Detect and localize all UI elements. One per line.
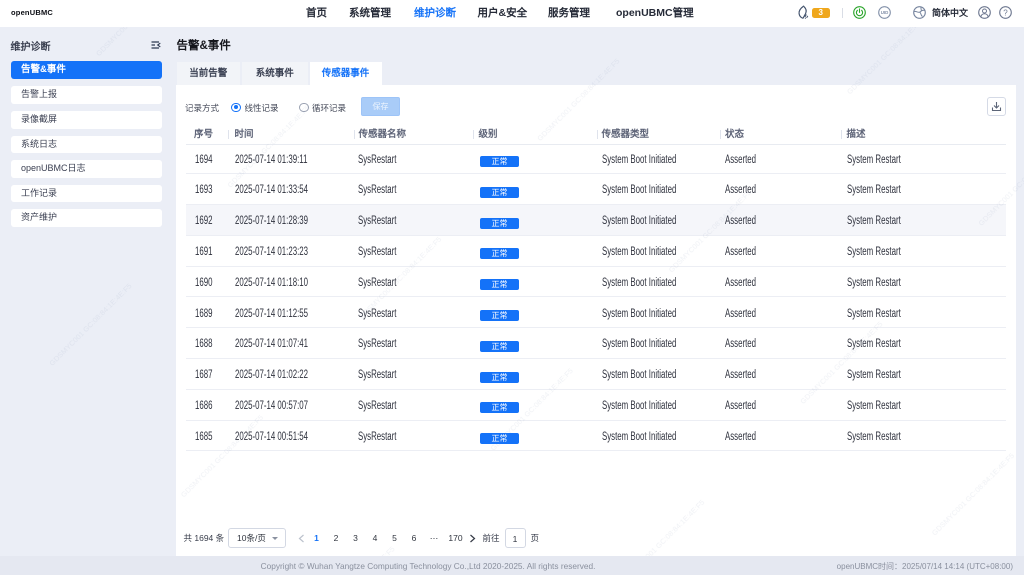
svg-text:UID: UID [881,10,889,15]
svg-text:?: ? [1003,8,1008,17]
